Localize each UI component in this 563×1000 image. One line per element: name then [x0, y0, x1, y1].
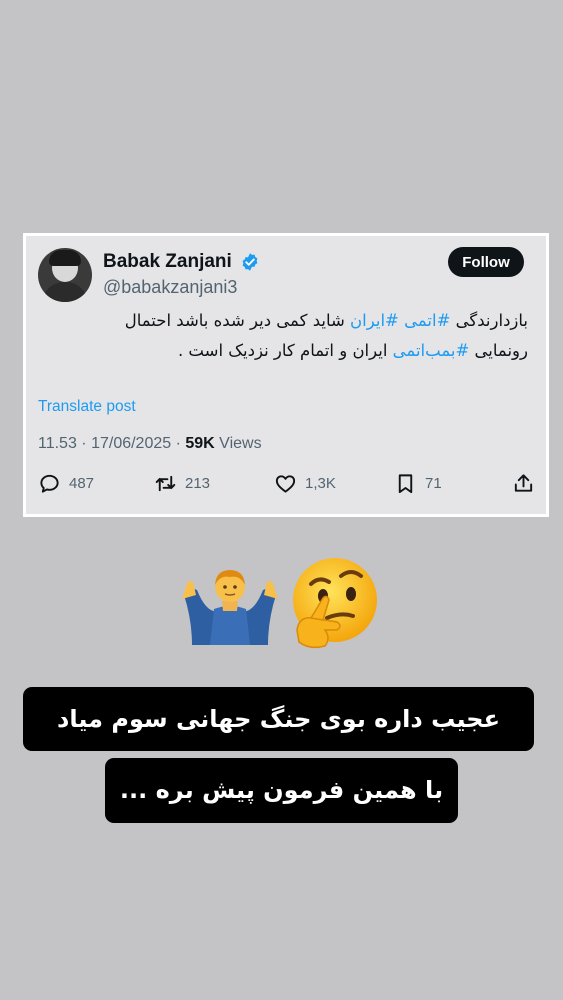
display-name[interactable]: Babak Zanjani	[103, 251, 232, 273]
bookmark-button[interactable]: 71	[394, 472, 442, 495]
tweet-meta: 11.53 · 17/06/2025 · 59K Views	[38, 435, 262, 453]
text-segment: رونمایی	[469, 341, 528, 360]
like-count: 1,3K	[305, 475, 336, 492]
repost-button[interactable]: 213	[154, 472, 210, 495]
text-segment: بازدارندگی	[450, 311, 528, 330]
hashtag-atomi[interactable]: #اتمی	[404, 311, 450, 330]
share-icon	[514, 474, 533, 492]
caption-line-1: عجیب داره بوی جنگ جهانی سوم میاد	[23, 687, 534, 751]
tweet-text-line-1: بازدارندگی #اتمی #ایران شاید کمی دیر شده…	[38, 306, 528, 336]
repost-count: 213	[185, 475, 211, 492]
reply-count: 487	[69, 475, 95, 492]
like-icon	[275, 475, 296, 493]
like-button[interactable]: 1,3K	[274, 472, 336, 495]
avatar[interactable]	[38, 248, 92, 302]
reply-button[interactable]: 487	[38, 472, 94, 495]
tweet-text-line-2: رونمایی #بمب‌اتمی ایران و اتمام کار نزدی…	[38, 336, 528, 366]
verified-badge-icon	[242, 253, 258, 271]
hashtag-iran[interactable]: #ایران	[350, 311, 399, 330]
tweet-text: بازدارندگی #اتمی #ایران شاید کمی دیر شده…	[38, 306, 528, 366]
translate-post-link[interactable]: Translate post	[38, 398, 136, 416]
action-bar: 487 213 1,3K 71	[38, 472, 538, 502]
share-button[interactable]	[512, 472, 543, 495]
views-label: Views	[214, 435, 262, 452]
bookmark-icon	[398, 474, 413, 494]
text-segment: ایران و اتمام کار نزدیک است .	[177, 341, 393, 360]
caption-line-2: با همین فرمون پیش بره ...	[105, 758, 458, 823]
tweet-timestamp[interactable]: 11.53 · 17/06/2025 ·	[38, 435, 185, 452]
text-segment: شاید کمی دیر شده باشد احتمال	[124, 311, 351, 330]
hashtag-bomb-atomi[interactable]: #بمب‌اتمی	[393, 341, 470, 360]
follow-button[interactable]: Follow	[448, 247, 524, 277]
views-count: 59K	[185, 435, 215, 452]
tweet-card: Babak Zanjani @babakzanjani3 Follow بازد…	[23, 233, 549, 517]
handle[interactable]: @babakzanjani3	[103, 277, 237, 298]
bookmark-count: 71	[425, 475, 442, 492]
reply-icon	[40, 474, 59, 493]
repost-icon	[155, 475, 176, 492]
man-shrugging-emoji	[182, 570, 278, 645]
thinking-face-emoji	[293, 558, 377, 649]
